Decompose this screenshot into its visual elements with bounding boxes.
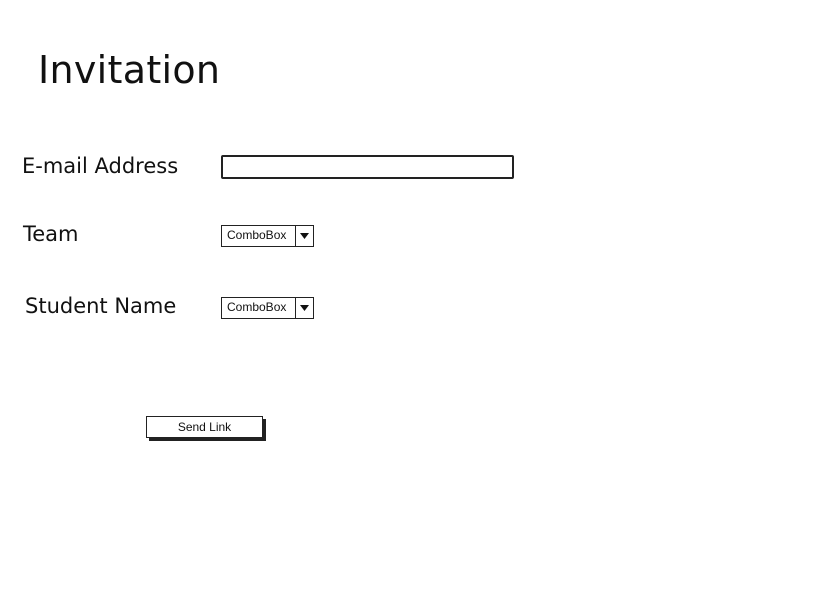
- student-name-combobox[interactable]: ComboBox: [221, 297, 314, 319]
- team-label: Team: [23, 222, 79, 246]
- chevron-down-icon[interactable]: [295, 298, 313, 318]
- student-name-label: Student Name: [25, 294, 177, 318]
- send-link-button[interactable]: Send Link: [146, 416, 263, 438]
- email-label: E-mail Address: [22, 154, 179, 178]
- email-field[interactable]: [221, 155, 514, 179]
- page-title: Invitation: [38, 48, 221, 92]
- team-combobox-value: ComboBox: [227, 228, 287, 242]
- student-name-combobox-value: ComboBox: [227, 300, 287, 314]
- team-combobox[interactable]: ComboBox: [221, 225, 314, 247]
- chevron-down-icon[interactable]: [295, 226, 313, 246]
